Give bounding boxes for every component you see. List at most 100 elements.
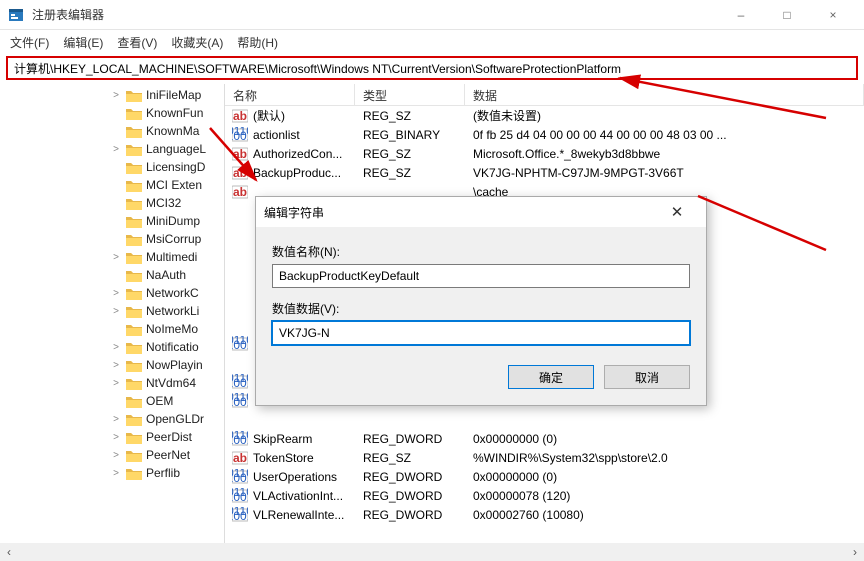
maximize-button[interactable]: □ (764, 0, 810, 30)
scroll-right-icon[interactable]: › (846, 545, 864, 559)
value-icon: 01101001 (231, 393, 249, 409)
twisty-icon[interactable]: > (110, 378, 122, 389)
value-icon: ab (231, 184, 249, 200)
twisty-icon[interactable]: > (110, 144, 122, 155)
row-type: REG_DWORD (355, 489, 465, 503)
tree-pane[interactable]: >IniFileMap KnownFun KnownMa > LanguageL Lice… (0, 84, 225, 543)
tree-item[interactable]: >Perflib (0, 464, 224, 482)
twisty-icon[interactable]: > (110, 90, 122, 101)
minimize-button[interactable]: – (718, 0, 764, 30)
menu-favorites[interactable]: 收藏夹(A) (171, 34, 223, 51)
tree-item[interactable]: LicensingD (0, 158, 224, 176)
value-icon (231, 203, 249, 219)
tree-item[interactable]: MsiCorrup (0, 230, 224, 248)
tree-item[interactable]: >Multimedi (0, 248, 224, 266)
col-data[interactable]: 数据 (465, 84, 864, 105)
twisty-icon[interactable]: > (110, 342, 122, 353)
list-row[interactable]: ab(默认)REG_SZ(数值未设置) (225, 106, 864, 125)
svg-text:1001: 1001 (232, 490, 248, 504)
value-name-input[interactable] (272, 264, 690, 288)
dialog-close-button[interactable]: ✕ (656, 203, 698, 221)
tree-label: OpenGLDr (146, 412, 204, 426)
tree-item[interactable]: KnownMa (0, 122, 224, 140)
tree-label: KnownFun (146, 106, 203, 120)
list-row[interactable]: abTokenStoreREG_SZ%WINDIR%\System32\spp\… (225, 448, 864, 467)
row-name: TokenStore (253, 451, 355, 465)
tree-item[interactable]: NaAuth (0, 266, 224, 284)
list-row[interactable]: 01101001UserOperationsREG_DWORD0x0000000… (225, 467, 864, 486)
tree-item[interactable]: >NowPlayin (0, 356, 224, 374)
tree-label: LanguageL (146, 142, 206, 156)
close-button[interactable]: × (810, 0, 856, 30)
value-data-input[interactable] (272, 321, 690, 345)
list-row[interactable]: abBackupProduc...REG_SZVK7JG-NPHTM-C97JM… (225, 163, 864, 182)
value-icon: 01101001 (231, 469, 249, 485)
list-header: 名称 类型 数据 (225, 84, 864, 106)
row-type: REG_SZ (355, 147, 465, 161)
tree-item[interactable]: > PeerNet (0, 446, 224, 464)
value-icon (231, 317, 249, 333)
row-type: REG_SZ (355, 451, 465, 465)
svg-text:ab: ab (233, 166, 247, 180)
list-row[interactable] (225, 410, 864, 429)
dialog-titlebar: 编辑字符串 ✕ (256, 197, 706, 227)
menu-edit[interactable]: 编辑(E) (63, 34, 103, 51)
tree-item[interactable]: OEM (0, 392, 224, 410)
tree-label: MiniDump (146, 214, 200, 228)
value-icon: 01101001 (231, 336, 249, 352)
row-data: (数值未设置) (465, 107, 864, 124)
col-name[interactable]: 名称 (225, 84, 355, 105)
scroll-left-icon[interactable]: ‹ (0, 545, 18, 559)
svg-text:1001: 1001 (232, 376, 248, 390)
tree-item[interactable]: > LanguageL (0, 140, 224, 158)
twisty-icon[interactable]: > (110, 306, 122, 317)
tree-item[interactable]: >PeerDist (0, 428, 224, 446)
tree-item[interactable]: >IniFileMap (0, 86, 224, 104)
svg-text:1001: 1001 (232, 509, 248, 523)
list-row[interactable]: 01101001actionlistREG_BINARY0f fb 25 d4 … (225, 125, 864, 144)
row-name: VLActivationInt... (253, 489, 355, 503)
value-icon (231, 241, 249, 257)
tree-item[interactable]: MCI Exten (0, 176, 224, 194)
row-data: 0f fb 25 d4 04 00 00 00 44 00 00 00 48 0… (465, 128, 864, 142)
tree-item[interactable]: >NetworkLi (0, 302, 224, 320)
value-icon: ab (231, 450, 249, 466)
twisty-icon[interactable]: > (110, 252, 122, 263)
menu-view[interactable]: 查看(V) (117, 34, 157, 51)
tree-item[interactable]: > OpenGLDr (0, 410, 224, 428)
cancel-button[interactable]: 取消 (604, 365, 690, 389)
tree-item[interactable]: KnownFun (0, 104, 224, 122)
twisty-icon[interactable]: > (110, 288, 122, 299)
tree-item[interactable]: >NtVdm64 (0, 374, 224, 392)
list-row[interactable]: 01101001VLActivationInt...REG_DWORD0x000… (225, 486, 864, 505)
ok-button[interactable]: 确定 (508, 365, 594, 389)
twisty-icon[interactable]: > (110, 432, 122, 443)
tree-label: PeerNet (146, 448, 190, 462)
tree-item[interactable]: NoImeMo (0, 320, 224, 338)
list-row[interactable]: 01101001VLRenewalInte...REG_DWORD0x00002… (225, 505, 864, 524)
col-type[interactable]: 类型 (355, 84, 465, 105)
tree-item[interactable]: >NetworkC (0, 284, 224, 302)
row-type: REG_DWORD (355, 470, 465, 484)
twisty-icon[interactable]: > (110, 468, 122, 479)
edit-string-dialog: 编辑字符串 ✕ 数值名称(N): 数值数据(V): 确定 取消 (255, 196, 707, 406)
svg-text:1001: 1001 (232, 433, 248, 447)
svg-text:1001: 1001 (232, 338, 248, 352)
tree-label: MCI Exten (146, 178, 202, 192)
list-row[interactable]: 01101001SkipRearmREG_DWORD0x00000000 (0) (225, 429, 864, 448)
row-name: AuthorizedCon... (253, 147, 355, 161)
twisty-icon[interactable]: > (110, 414, 122, 425)
menu-help[interactable]: 帮助(H) (237, 34, 278, 51)
tree-item[interactable]: MCI32 (0, 194, 224, 212)
tree-item[interactable]: >Notificatio (0, 338, 224, 356)
list-row[interactable]: abAuthorizedCon...REG_SZMicrosoft.Office… (225, 144, 864, 163)
horizontal-scrollbar[interactable]: ‹ › (0, 543, 864, 561)
value-icon: 01101001 (231, 374, 249, 390)
tree-item[interactable]: MiniDump (0, 212, 224, 230)
address-text: 计算机\HKEY_LOCAL_MACHINE\SOFTWARE\Microsof… (14, 60, 621, 77)
menu-file[interactable]: 文件(F) (10, 34, 49, 51)
address-bar[interactable]: 计算机\HKEY_LOCAL_MACHINE\SOFTWARE\Microsof… (6, 56, 858, 80)
twisty-icon[interactable]: > (110, 450, 122, 461)
row-type: REG_SZ (355, 166, 465, 180)
twisty-icon[interactable]: > (110, 360, 122, 371)
